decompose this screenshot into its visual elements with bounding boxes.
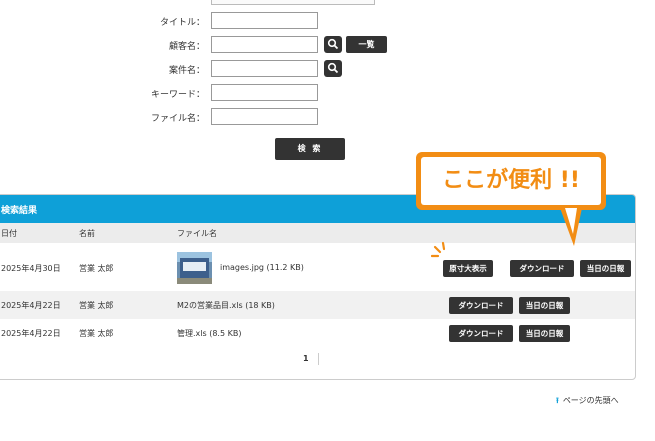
page-top-label: ページの先頭へ <box>562 396 619 405</box>
table-row: 2025年4月22日 営業 太郎 管理.xls (8.5 KB) ダウンロード … <box>0 319 635 347</box>
search-icon <box>327 38 339 50</box>
download-button[interactable]: ダウンロード <box>449 297 513 314</box>
column-date: 日付 <box>1 229 17 238</box>
download-button[interactable]: ダウンロード <box>449 325 513 342</box>
title-label: タイトル： <box>159 18 205 28</box>
customer-search-button[interactable] <box>324 36 342 53</box>
column-filename: ファイル名 <box>177 229 217 238</box>
row-name: 営業 太郎 <box>79 329 114 338</box>
search-button[interactable]: 検 索 <box>275 138 345 160</box>
callout-bubble: ここが便利 !! <box>416 152 606 210</box>
top-select-frame <box>211 0 375 5</box>
table-row: 2025年4月22日 営業 太郎 M2の営業品目.xls (18 KB) ダウン… <box>0 291 635 319</box>
arrow-up-icon: ⭱ <box>556 396 559 405</box>
full-size-button[interactable]: 原寸大表示 <box>443 260 493 277</box>
callout-tail <box>560 208 582 246</box>
filename-input[interactable] <box>211 108 318 125</box>
title-input[interactable] <box>211 12 318 29</box>
column-header-row: 日付 名前 ファイル名 <box>0 223 635 243</box>
page-top-link[interactable]: ⭱ ページの先頭へ <box>556 395 619 409</box>
row-file-link[interactable]: 管理.xls (8.5 KB) <box>177 328 241 339</box>
customer-input[interactable] <box>211 36 318 53</box>
row-file-link[interactable]: M2の営業品目.xls (18 KB) <box>177 300 275 311</box>
row-date: 2025年4月22日 <box>1 301 61 310</box>
row-date: 2025年4月30日 <box>1 264 61 273</box>
case-search-button[interactable] <box>324 60 342 77</box>
emphasis-spark-icon <box>431 241 446 258</box>
keyword-input[interactable] <box>211 84 318 101</box>
filename-label: ファイル名： <box>150 114 205 124</box>
results-title: 検索結果 <box>1 206 38 216</box>
case-label: 案件名： <box>168 66 205 76</box>
case-input[interactable] <box>211 60 318 77</box>
callout-text: ここが便利 !! <box>442 168 580 193</box>
keyword-label: キーワード： <box>150 90 205 100</box>
pagination-divider <box>318 353 319 365</box>
row-name: 営業 太郎 <box>79 264 114 273</box>
daily-report-button[interactable]: 当日の日報 <box>519 297 570 314</box>
column-name: 名前 <box>79 229 95 238</box>
table-row: 2025年4月30日 営業 太郎 images.jpg (11.2 KB) 原寸… <box>0 243 635 291</box>
row-name: 営業 太郎 <box>79 301 114 310</box>
row-date: 2025年4月22日 <box>1 329 61 338</box>
search-icon <box>327 62 339 74</box>
customer-list-button[interactable]: 一覧 <box>346 36 387 53</box>
daily-report-button[interactable]: 当日の日報 <box>519 325 570 342</box>
pagination-current[interactable]: 1 <box>303 354 309 363</box>
daily-report-button[interactable]: 当日の日報 <box>580 260 631 277</box>
row-file-link[interactable]: images.jpg (11.2 KB) <box>220 263 304 272</box>
download-button[interactable]: ダウンロード <box>510 260 574 277</box>
customer-label: 顧客名： <box>168 42 205 52</box>
file-thumbnail[interactable] <box>177 252 212 284</box>
